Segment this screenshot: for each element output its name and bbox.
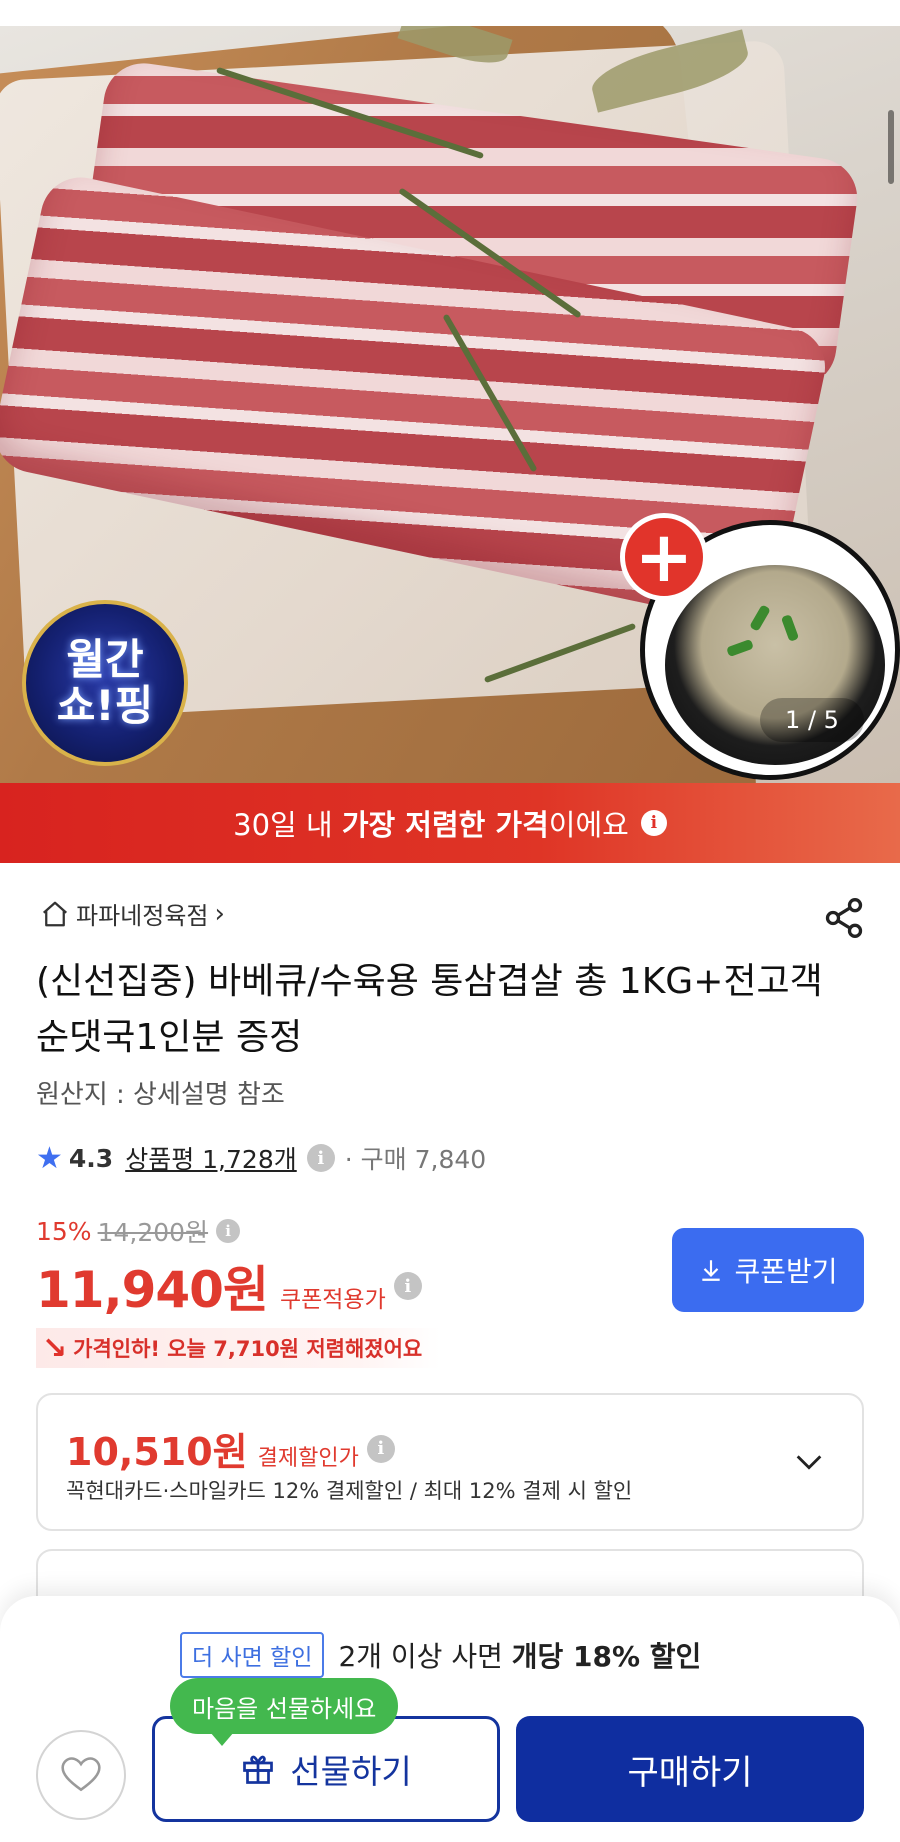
- payment-discount-price: 10,510원: [66, 1430, 248, 1474]
- chevron-right-icon: ›: [214, 898, 225, 929]
- arrow-down-icon: ↘: [42, 1330, 68, 1366]
- purchase-count-text: 구매 7,840: [360, 1145, 487, 1174]
- monthly-shopping-badge: 월간 쇼!핑: [22, 600, 188, 766]
- payment-discount-desc: 꼭현대카드·스마일카드 12% 결제할인 / 최대 12% 결제 시 할인: [66, 1479, 633, 1503]
- info-icon[interactable]: i: [306, 1144, 335, 1172]
- price-drop-notice: ↘ 가격인하! 오늘 7,710원 저렴해졌어요: [36, 1328, 441, 1368]
- bottom-purchase-bar: 더 사면 할인 2개 이상 사면 개당 18% 할인 선물하기 마음을 선물하세…: [0, 1596, 900, 1842]
- banner-highlight: 가장 저렴한 가격: [341, 808, 549, 842]
- original-price-row: 15% 14,200원 i: [36, 1213, 241, 1249]
- info-icon[interactable]: i: [216, 1219, 241, 1243]
- info-icon[interactable]: i: [640, 810, 667, 836]
- plus-icon: +: [620, 513, 708, 601]
- info-icon[interactable]: i: [366, 1434, 395, 1463]
- product-image-carousel[interactable]: 월간 쇼!핑 + 1 / 5: [0, 0, 900, 783]
- coupon-price: 11,940원: [36, 1261, 269, 1319]
- info-icon[interactable]: i: [393, 1272, 422, 1300]
- home-icon: [43, 901, 67, 926]
- price-drop-text: 가격인하! 오늘 7,710원 저렴해졌어요: [73, 1337, 423, 1361]
- promo-prefix: 2개 이상 사면: [338, 1640, 512, 1673]
- chevron-down-icon[interactable]: [792, 1445, 826, 1479]
- purchase-count: · 구매 7,840: [344, 1145, 487, 1174]
- store-name: 파파네정육점: [76, 902, 209, 930]
- scrollbar[interactable]: [888, 110, 894, 184]
- store-link[interactable]: 파파네정육점 ›: [40, 896, 225, 931]
- promo-bold: 개당 18% 할인: [511, 1640, 702, 1673]
- download-icon: [702, 1260, 721, 1281]
- banner-prefix: 30일 내: [233, 808, 342, 842]
- rating-row: ★ 4.3 상품평 1,728개 i · 구매 7,840: [36, 1140, 486, 1176]
- bulk-discount-promo[interactable]: 더 사면 할인 2개 이상 사면 개당 18% 할인: [180, 1632, 701, 1678]
- discount-percent: 15%: [36, 1216, 92, 1246]
- wishlist-button[interactable]: [36, 1730, 126, 1820]
- badge-line-2: 쇼!핑: [56, 681, 154, 730]
- product-title: (신선집중) 바베큐/수육용 통삼겹살 총 1KG+전고객 순댓국1인분 증정: [36, 961, 823, 1058]
- coupon-button-label: 쿠폰받기: [734, 1255, 838, 1288]
- star-icon: ★: [36, 1140, 63, 1176]
- get-coupon-button[interactable]: 쿠폰받기: [672, 1228, 864, 1312]
- buy-button[interactable]: 구매하기: [516, 1716, 864, 1822]
- gift-button-label: 선물하기: [290, 1752, 412, 1791]
- review-link[interactable]: 상품평 1,728개: [125, 1140, 297, 1176]
- share-icon[interactable]: [822, 896, 866, 940]
- gift-tooltip: 마음을 선물하세요: [170, 1678, 399, 1746]
- status-bar-area: [0, 0, 900, 26]
- lowest-price-banner[interactable]: 30일 내 가장 저렴한 가격 이에요 i: [0, 783, 900, 863]
- payment-discount-label: 결제할인가: [257, 1446, 359, 1471]
- promo-tag: 더 사면 할인: [180, 1632, 325, 1678]
- payment-discount-card[interactable]: 10,510원 결제할인가 i 꼭현대카드·스마일카드 12% 결제할인 / 최…: [36, 1393, 864, 1531]
- badge-line-1: 월간: [66, 635, 144, 684]
- heart-icon: [61, 1757, 101, 1792]
- product-origin: 원산지 : 상세설명 참조: [36, 1080, 285, 1110]
- image-counter: 1 / 5: [760, 698, 864, 742]
- rating-value: 4.3: [68, 1143, 114, 1173]
- payment-price-row: 10,510원 결제할인가 i: [66, 1421, 395, 1476]
- coupon-price-row: 11,940원 쿠폰적용가 i: [36, 1250, 422, 1322]
- gift-icon: [243, 1755, 274, 1784]
- buy-button-label: 구매하기: [627, 1752, 753, 1793]
- coupon-price-label: 쿠폰적용가: [279, 1287, 386, 1313]
- banner-suffix: 이에요: [548, 808, 629, 842]
- original-price: 14,200원: [97, 1218, 209, 1247]
